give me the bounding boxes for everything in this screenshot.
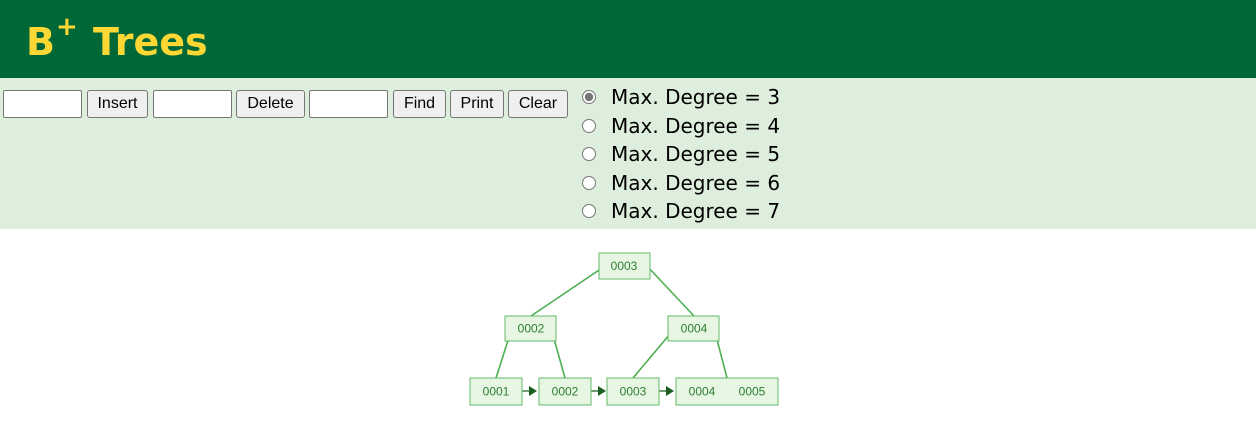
degree-option-4[interactable]: Max. Degree = 4 bbox=[581, 114, 780, 138]
title-prefix: B bbox=[26, 20, 55, 64]
degree-radio-4[interactable] bbox=[582, 119, 596, 133]
node-key: 0003 bbox=[611, 259, 638, 273]
leaf-link-arrow bbox=[598, 386, 606, 396]
page-title: B+ Trees bbox=[26, 14, 208, 66]
root-node: 0003 bbox=[598, 252, 651, 280]
leaf-node-4: 0004 0005 bbox=[675, 377, 779, 406]
node-key: 0002 bbox=[552, 385, 579, 399]
internal-node-right: 0004 bbox=[667, 315, 720, 342]
degree-option-3[interactable]: Max. Degree = 3 bbox=[581, 85, 780, 109]
degree-label: Max. Degree = 4 bbox=[611, 114, 781, 138]
node-key: 0004 bbox=[681, 322, 708, 336]
insert-button[interactable]: Insert bbox=[87, 90, 148, 118]
insert-input[interactable] bbox=[3, 90, 82, 118]
find-button[interactable]: Find bbox=[393, 90, 446, 118]
degree-radio-6[interactable] bbox=[582, 176, 596, 190]
leaf-link-arrow bbox=[529, 386, 537, 396]
delete-input[interactable] bbox=[153, 90, 232, 118]
edge-root-left bbox=[530, 265, 606, 317]
degree-label: Max. Degree = 3 bbox=[611, 85, 781, 109]
degree-option-7[interactable]: Max. Degree = 7 bbox=[581, 199, 780, 223]
degree-option-6[interactable]: Max. Degree = 6 bbox=[581, 171, 780, 195]
degree-radio-5[interactable] bbox=[582, 147, 596, 161]
degree-radio-3[interactable] bbox=[582, 90, 596, 104]
degree-radio-7[interactable] bbox=[582, 204, 596, 218]
find-input[interactable] bbox=[309, 90, 388, 118]
clear-button[interactable]: Clear bbox=[508, 90, 568, 118]
title-superscript: + bbox=[55, 12, 78, 43]
node-key: 0005 bbox=[739, 385, 766, 399]
leaf-link-arrow bbox=[666, 386, 674, 396]
node-key: 0001 bbox=[483, 385, 510, 399]
node-key: 0003 bbox=[620, 385, 647, 399]
print-button[interactable]: Print bbox=[450, 90, 504, 118]
degree-label: Max. Degree = 6 bbox=[611, 171, 781, 195]
degree-label: Max. Degree = 7 bbox=[611, 199, 781, 223]
leaf-node-3: 0003 bbox=[606, 377, 660, 406]
internal-node-left: 0002 bbox=[504, 315, 557, 342]
leaf-node-2: 0002 bbox=[538, 377, 592, 406]
leaf-node-1: 0001 bbox=[469, 377, 523, 406]
app-header: B+ Trees bbox=[0, 0, 1256, 78]
tree-nodes: 0003 0002 0004 0001 0002 0003 0004 0005 bbox=[469, 252, 779, 406]
node-key: 0002 bbox=[518, 322, 545, 336]
title-rest: Trees bbox=[79, 20, 208, 64]
degree-option-5[interactable]: Max. Degree = 5 bbox=[581, 142, 780, 166]
degree-label: Max. Degree = 5 bbox=[611, 142, 781, 166]
delete-button[interactable]: Delete bbox=[236, 90, 305, 118]
node-key: 0004 bbox=[689, 385, 716, 399]
edge-root-right bbox=[646, 265, 695, 317]
